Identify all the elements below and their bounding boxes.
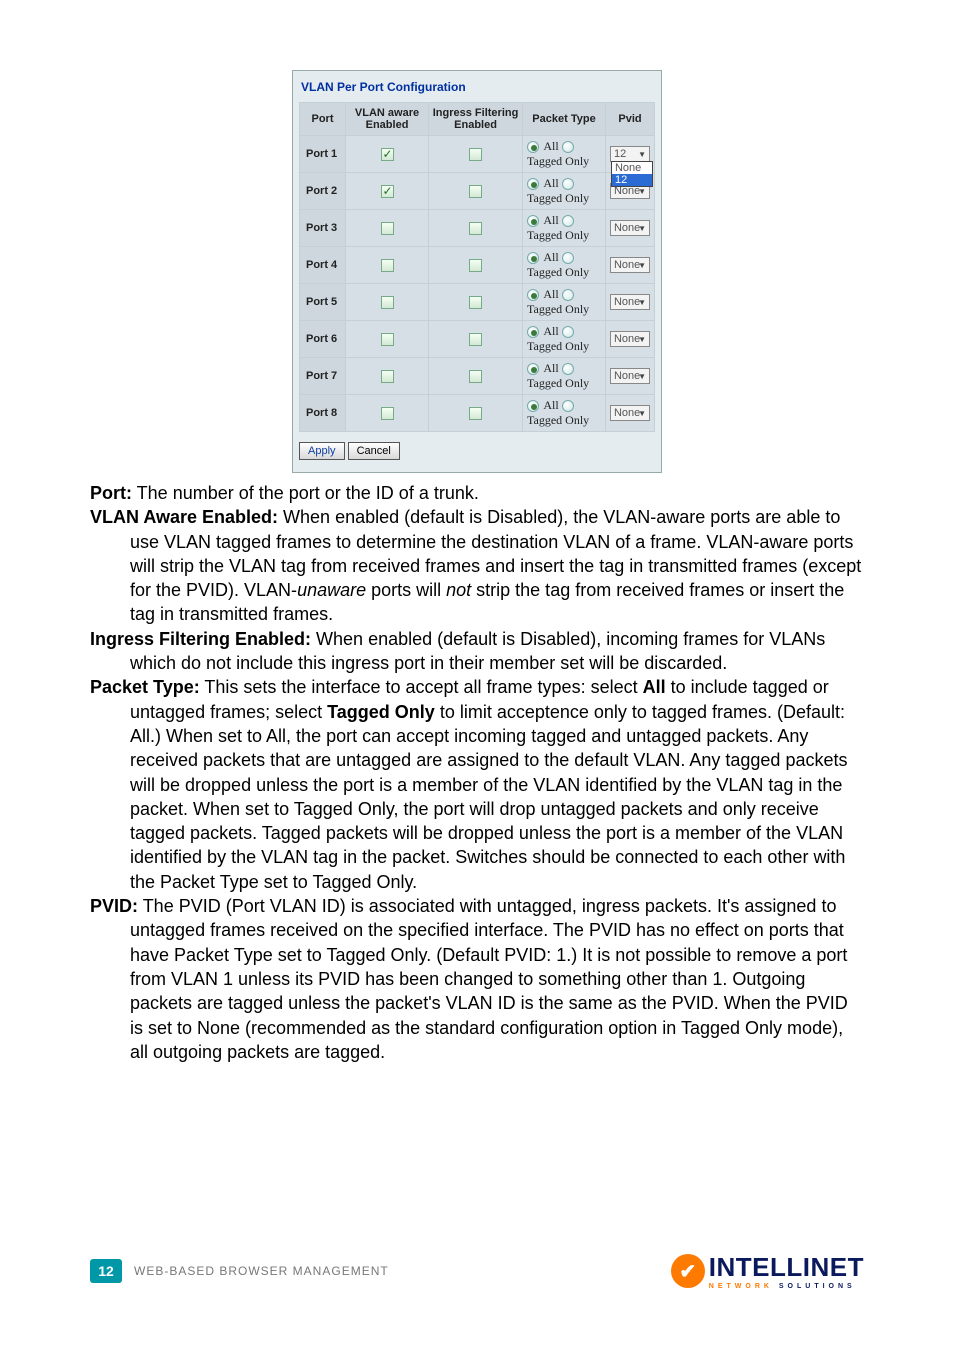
brand-mark-icon: ✔ [671, 1254, 705, 1288]
vlan-aware-checkbox[interactable] [381, 407, 394, 420]
page-footer: 12 WEB-BASED BROWSER MANAGEMENT ✔ INTELL… [0, 1252, 954, 1290]
port-label: Port 5 [300, 284, 346, 321]
ingress-filtering-checkbox[interactable] [469, 148, 482, 161]
port-label: Port 2 [300, 173, 346, 210]
term-pvid: PVID: [90, 896, 138, 916]
pvid-option[interactable]: 12 [612, 174, 652, 186]
packet-all-radio[interactable] [527, 252, 539, 264]
packet-tagged-radio[interactable] [562, 141, 574, 153]
vlan-aware-checkbox[interactable] [381, 222, 394, 235]
table-row: Port 8 All Tagged OnlyNone▼ [300, 395, 655, 432]
term-packet: Packet Type: [90, 677, 200, 697]
vlan-aware-checkbox[interactable] [381, 185, 394, 198]
col-port: Port [300, 103, 346, 136]
ingress-filtering-checkbox[interactable] [469, 370, 482, 383]
chevron-down-icon: ▼ [638, 261, 646, 270]
chevron-down-icon: ▼ [638, 224, 646, 233]
pvid-select[interactable]: None▼ [610, 294, 650, 310]
col-packet: Packet Type [523, 103, 606, 136]
pvid-select[interactable]: None▼ [610, 368, 650, 384]
port-label: Port 8 [300, 395, 346, 432]
term-aware: VLAN Aware Enabled: [90, 507, 278, 527]
pvid-select[interactable]: None▼ [610, 405, 650, 421]
port-label: Port 4 [300, 247, 346, 284]
ingress-filtering-checkbox[interactable] [469, 222, 482, 235]
vlan-aware-checkbox[interactable] [381, 296, 394, 309]
table-row: Port 6 All Tagged OnlyNone▼ [300, 321, 655, 358]
col-ingress: Ingress Filtering Enabled [429, 103, 523, 136]
chevron-down-icon: ▼ [638, 150, 646, 159]
page-number: 12 [90, 1259, 122, 1283]
text-port: The number of the port or the ID of a tr… [132, 483, 479, 503]
vlan-aware-checkbox[interactable] [381, 148, 394, 161]
port-label: Port 7 [300, 358, 346, 395]
panel-title: VLAN Per Port Configuration [299, 77, 655, 102]
apply-button[interactable]: Apply [299, 442, 345, 460]
term-ingress: Ingress Filtering Enabled: [90, 629, 311, 649]
para-ingress: Ingress Filtering Enabled: When enabled … [90, 627, 864, 676]
chevron-down-icon: ▼ [638, 372, 646, 381]
packet-tagged-radio[interactable] [562, 400, 574, 412]
packet-all-radio[interactable] [527, 178, 539, 190]
para-aware: VLAN Aware Enabled: When enabled (defaul… [90, 505, 864, 626]
ingress-filtering-checkbox[interactable] [469, 333, 482, 346]
document-body: Port: The number of the port or the ID o… [0, 481, 954, 1064]
pvid-dropdown[interactable]: None12 [611, 161, 653, 187]
cancel-button[interactable]: Cancel [348, 442, 400, 460]
para-port: Port: The number of the port or the ID o… [90, 481, 864, 505]
packet-tagged-radio[interactable] [562, 326, 574, 338]
packet-tagged-radio[interactable] [562, 363, 574, 375]
table-row: Port 5 All Tagged OnlyNone▼ [300, 284, 655, 321]
table-row: Port 7 All Tagged OnlyNone▼ [300, 358, 655, 395]
brand-name: INTELLINET [709, 1252, 864, 1282]
col-pvid: Pvid [605, 103, 654, 136]
packet-all-radio[interactable] [527, 363, 539, 375]
pvid-option[interactable]: None [612, 162, 652, 174]
packet-tagged-radio[interactable] [562, 178, 574, 190]
term-port: Port: [90, 483, 132, 503]
vlan-aware-checkbox[interactable] [381, 259, 394, 272]
port-label: Port 6 [300, 321, 346, 358]
packet-tagged-radio[interactable] [562, 252, 574, 264]
port-label: Port 1 [300, 136, 346, 173]
ingress-filtering-checkbox[interactable] [469, 185, 482, 198]
packet-all-radio[interactable] [527, 141, 539, 153]
packet-all-radio[interactable] [527, 289, 539, 301]
chevron-down-icon: ▼ [638, 335, 646, 344]
para-pvid: PVID: The PVID (Port VLAN ID) is associa… [90, 894, 864, 1064]
para-packet: Packet Type: This sets the interface to … [90, 675, 864, 894]
col-aware: VLAN aware Enabled [346, 103, 429, 136]
vlan-config-panel: VLAN Per Port Configuration Port VLAN aw… [292, 70, 662, 473]
pvid-select[interactable]: 12▼None12 [610, 146, 650, 162]
packet-all-radio[interactable] [527, 326, 539, 338]
vlan-table: Port VLAN aware Enabled Ingress Filterin… [299, 102, 655, 432]
table-row: Port 2 All Tagged OnlyNone▼ [300, 173, 655, 210]
ingress-filtering-checkbox[interactable] [469, 407, 482, 420]
table-row: Port 1 All Tagged Only12▼None12 [300, 136, 655, 173]
pvid-select[interactable]: None▼ [610, 220, 650, 236]
packet-all-radio[interactable] [527, 215, 539, 227]
ingress-filtering-checkbox[interactable] [469, 259, 482, 272]
table-row: Port 4 All Tagged OnlyNone▼ [300, 247, 655, 284]
brand-logo: ✔ INTELLINET NETWORK SOLUTIONS [671, 1252, 864, 1290]
chevron-down-icon: ▼ [638, 298, 646, 307]
packet-all-radio[interactable] [527, 400, 539, 412]
vlan-aware-checkbox[interactable] [381, 333, 394, 346]
packet-tagged-radio[interactable] [562, 215, 574, 227]
port-label: Port 3 [300, 210, 346, 247]
pvid-select[interactable]: None▼ [610, 257, 650, 273]
chevron-down-icon: ▼ [638, 409, 646, 418]
vlan-aware-checkbox[interactable] [381, 370, 394, 383]
footer-section: WEB-BASED BROWSER MANAGEMENT [134, 1264, 389, 1278]
ingress-filtering-checkbox[interactable] [469, 296, 482, 309]
chevron-down-icon: ▼ [638, 187, 646, 196]
table-row: Port 3 All Tagged OnlyNone▼ [300, 210, 655, 247]
pvid-select[interactable]: None▼ [610, 331, 650, 347]
packet-tagged-radio[interactable] [562, 289, 574, 301]
